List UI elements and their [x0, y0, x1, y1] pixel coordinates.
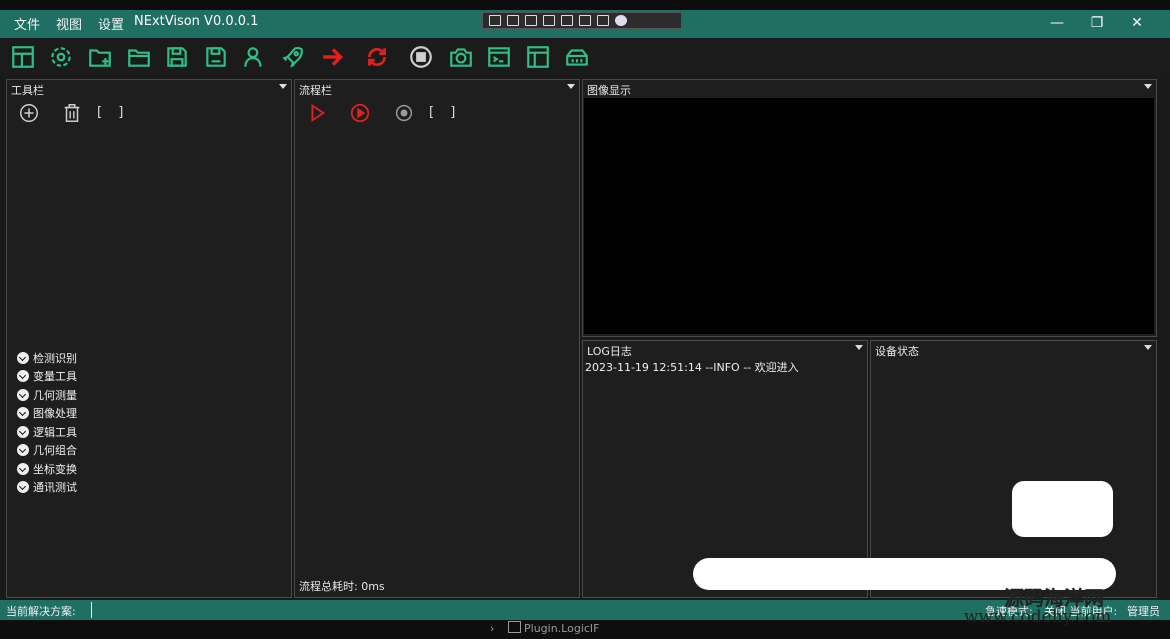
close-button[interactable]: ✕	[1122, 12, 1152, 34]
category-communication[interactable]: 通讯测试	[17, 479, 77, 495]
remote-camera-icon[interactable]	[507, 15, 519, 26]
tool-panel-dropdown-icon[interactable]	[279, 84, 287, 89]
maximize-button[interactable]: ❐	[1082, 12, 1112, 34]
main-toolbar	[0, 38, 1170, 76]
chevron-down-icon	[17, 426, 29, 438]
watermark-url: www.codehy.com	[964, 607, 1112, 627]
category-variable[interactable]: 变量工具	[17, 368, 77, 384]
menu-settings[interactable]: 设置	[96, 14, 132, 33]
category-logic[interactable]: 逻辑工具	[17, 424, 77, 440]
play-once-icon[interactable]	[306, 102, 328, 124]
image-panel-title: 图像显示	[587, 84, 631, 97]
save-icon[interactable]	[164, 44, 190, 70]
menu-bar: 文件 视图 设置	[12, 14, 138, 33]
remote-settings-icon[interactable]	[489, 15, 501, 26]
remote-check-icon[interactable]	[615, 15, 627, 26]
solution-input-caret[interactable]	[91, 602, 92, 618]
category-geometry-measure[interactable]: 几何测量	[17, 387, 77, 403]
remote-control-bar	[482, 12, 682, 29]
flow-stop-icon[interactable]	[393, 102, 415, 124]
chevron-down-icon	[17, 481, 29, 493]
menu-view[interactable]: 视图	[54, 14, 90, 33]
add-circle-icon[interactable]	[18, 102, 40, 124]
image-canvas[interactable]	[584, 98, 1154, 334]
app-title: NExtVison V0.0.0.1	[134, 14, 259, 29]
flow-panel-title: 流程栏	[299, 84, 332, 97]
chevron-down-icon	[17, 389, 29, 401]
refresh-icon[interactable]	[364, 44, 390, 70]
window-icon[interactable]	[525, 44, 551, 70]
chevron-down-icon	[17, 407, 29, 419]
tool-panel: 工具栏 [ ] 检测识别 变量工具 几何测量 图像处理 逻辑工具 几何组合 坐标…	[6, 79, 292, 598]
log-entry: 2023-11-19 12:51:14 --INFO -- 欢迎进入	[585, 361, 799, 374]
tool-panel-title: 工具栏	[11, 84, 44, 97]
chevron-down-icon	[17, 444, 29, 456]
minimize-button[interactable]: —	[1042, 12, 1072, 34]
image-panel-dropdown-icon[interactable]	[1144, 84, 1152, 89]
overlay-blur	[1012, 481, 1113, 537]
solution-label: 当前解决方案:	[6, 605, 76, 618]
category-detect[interactable]: 检测识别	[17, 350, 77, 366]
arrow-right-icon[interactable]	[320, 44, 346, 70]
expand-icon[interactable]: ›	[490, 622, 494, 635]
user-icon[interactable]	[241, 44, 267, 70]
device-panel-dropdown-icon[interactable]	[1144, 345, 1152, 350]
plugin-icon	[508, 621, 521, 633]
log-panel-title: LOG日志	[587, 345, 632, 358]
camera-icon[interactable]	[448, 44, 474, 70]
settings-icon[interactable]	[48, 44, 74, 70]
rocket-icon[interactable]	[280, 44, 306, 70]
play-loop-icon[interactable]	[349, 102, 371, 124]
title-bar: 文件 视图 设置 NExtVison V0.0.0.1 — ❐ ✕	[0, 0, 1170, 38]
remote-audio-icon[interactable]	[579, 15, 591, 26]
add-folder-icon[interactable]	[87, 44, 113, 70]
flow-panel-bracket: [ ]	[429, 105, 462, 120]
device-panel-title: 设备状态	[875, 345, 919, 358]
flow-total-time: 流程总耗时: 0ms	[299, 580, 385, 593]
trash-icon[interactable]	[61, 102, 83, 124]
flow-panel: 流程栏 [ ] 流程总耗时: 0ms	[294, 79, 580, 598]
plugin-name: Plugin.LogicIF	[524, 622, 600, 635]
remote-crop-icon[interactable]	[561, 15, 573, 26]
tool-panel-bracket: [ ]	[97, 105, 130, 120]
category-image-process[interactable]: 图像处理	[17, 405, 77, 421]
device-icon[interactable]	[564, 44, 590, 70]
log-panel-dropdown-icon[interactable]	[855, 345, 863, 350]
chevron-down-icon	[17, 352, 29, 364]
menu-file[interactable]: 文件	[12, 14, 48, 33]
chevron-down-icon	[17, 370, 29, 382]
layout-icon[interactable]	[10, 44, 36, 70]
remote-accessibility-icon[interactable]	[597, 15, 609, 26]
remote-pointer-icon[interactable]	[525, 15, 537, 26]
chevron-down-icon	[17, 463, 29, 475]
stop-icon[interactable]	[408, 44, 434, 70]
category-coordinate[interactable]: 坐标变换	[17, 461, 77, 477]
current-user: 管理员	[1127, 605, 1160, 618]
folder-icon[interactable]	[126, 44, 152, 70]
remote-screen-icon[interactable]	[543, 15, 555, 26]
save-as-icon[interactable]	[203, 44, 229, 70]
console-icon[interactable]	[486, 44, 512, 70]
flow-panel-dropdown-icon[interactable]	[567, 84, 575, 89]
category-geometry-combine[interactable]: 几何组合	[17, 442, 77, 458]
